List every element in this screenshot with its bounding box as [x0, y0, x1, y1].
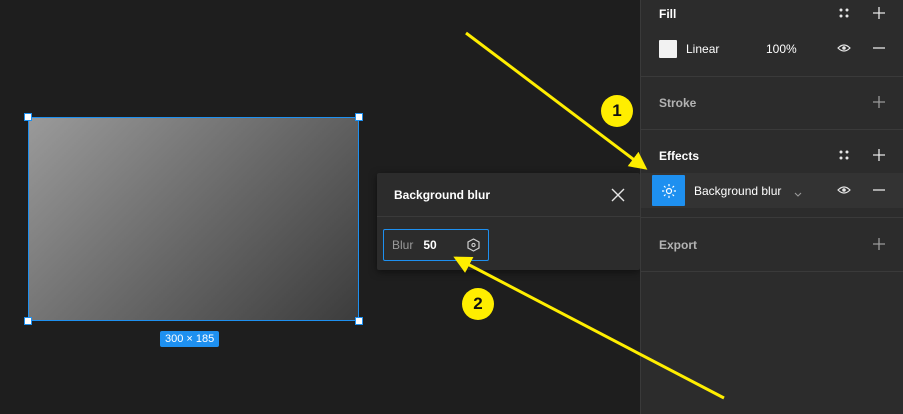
- close-icon[interactable]: [608, 185, 628, 205]
- stroke-title: Stroke: [659, 96, 697, 110]
- blur-value[interactable]: 50: [423, 238, 461, 252]
- export-title: Export: [659, 238, 698, 252]
- variable-hexagon-icon[interactable]: [467, 238, 480, 252]
- effect-type-label[interactable]: Background blur: [694, 184, 781, 198]
- selected-rectangle[interactable]: [24, 113, 363, 325]
- resize-handle-bottom-right[interactable]: [355, 317, 363, 325]
- minus-icon[interactable]: [869, 38, 889, 58]
- properties-panel: Fill Linear 100% Stroke Effects Backgrou…: [640, 0, 903, 414]
- resize-handle-bottom-left[interactable]: [24, 317, 32, 325]
- resize-handle-top-right[interactable]: [355, 113, 363, 121]
- minus-icon[interactable]: [869, 180, 889, 200]
- chevron-down-icon[interactable]: [794, 185, 802, 203]
- style-grid-icon[interactable]: [834, 145, 854, 165]
- plus-icon[interactable]: [869, 92, 889, 112]
- plus-icon[interactable]: [869, 234, 889, 254]
- export-section: Export: [641, 218, 903, 272]
- eye-icon[interactable]: [834, 38, 854, 58]
- step-badge-1: 1: [601, 95, 633, 127]
- fill-type-label[interactable]: Linear: [686, 42, 719, 56]
- resize-handle-top-left[interactable]: [24, 113, 32, 121]
- fill-opacity-value[interactable]: 100%: [766, 42, 797, 56]
- fill-color-swatch[interactable]: [659, 40, 677, 58]
- blur-input-field[interactable]: Blur 50: [383, 229, 489, 261]
- fill-title: Fill: [659, 7, 677, 21]
- effect-settings-button[interactable]: [652, 175, 685, 206]
- popover-title: Background blur: [394, 187, 491, 202]
- style-grid-icon[interactable]: [834, 3, 854, 23]
- fill-section: Fill Linear 100%: [641, 0, 903, 77]
- step-badge-2: 2: [462, 288, 494, 320]
- effects-title: Effects: [659, 149, 700, 163]
- blur-label: Blur: [392, 238, 414, 252]
- popover-header: Background blur: [377, 173, 640, 217]
- effect-item-background-blur[interactable]: Background blur: [641, 173, 903, 208]
- dimension-badge: 300 × 185: [160, 331, 220, 347]
- stroke-section: Stroke: [641, 77, 903, 130]
- sun-icon: [661, 183, 676, 198]
- eye-icon[interactable]: [834, 180, 854, 200]
- plus-icon[interactable]: [869, 145, 889, 165]
- background-blur-popover: Background blur Blur 50: [377, 173, 640, 270]
- plus-icon[interactable]: [869, 3, 889, 23]
